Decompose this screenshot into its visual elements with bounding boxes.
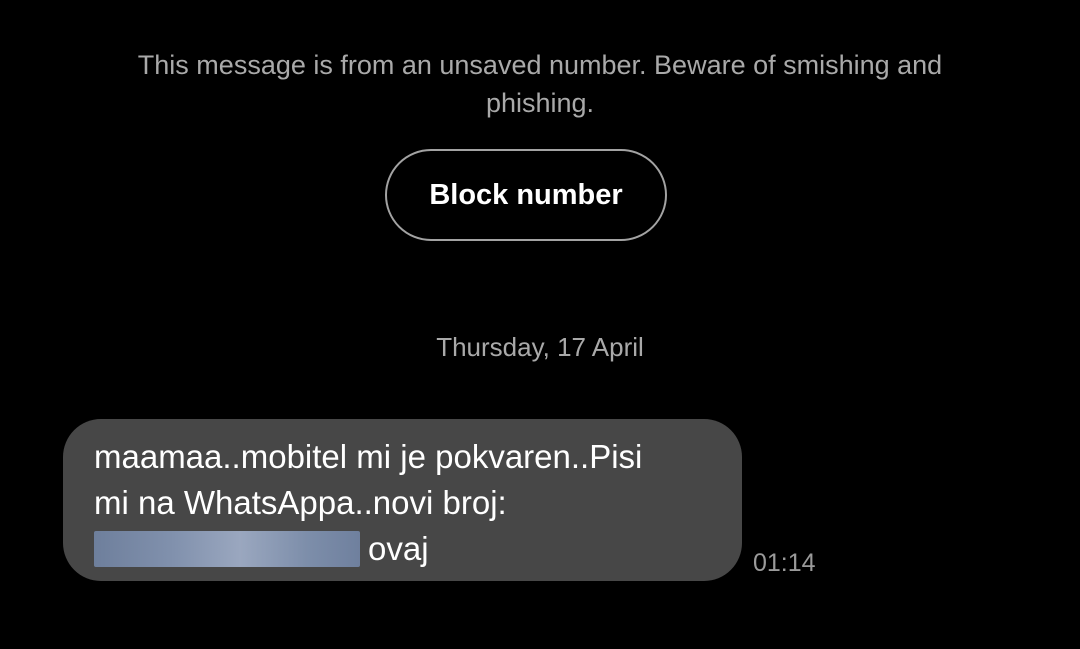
message-timestamp: 01:14 [753, 549, 816, 577]
message-line-3-text: ovaj [368, 530, 429, 567]
message-text: maamaa..mobitel mi je pokvaren..Pisi mi … [94, 434, 712, 572]
message-bubble[interactable]: maamaa..mobitel mi je pokvaren..Pisi mi … [63, 419, 742, 581]
unsaved-number-warning: This message is from an unsaved number. … [137, 50, 943, 118]
message-line-1: maamaa..mobitel mi je pokvaren..Pisi [94, 438, 643, 475]
message-line-2: mi na WhatsAppa..novi broj: [94, 484, 507, 521]
block-number-button[interactable]: Block number [385, 149, 667, 241]
message-line-3: ovaj [94, 526, 712, 572]
redacted-phone-number [94, 531, 360, 567]
date-separator: Thursday, 17 April [436, 332, 644, 362]
